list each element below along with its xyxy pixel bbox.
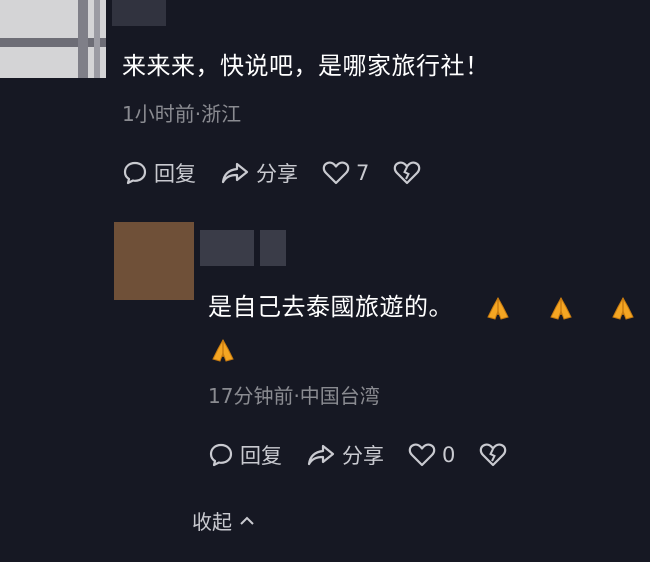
like-button[interactable]: 0: [408, 442, 455, 468]
heart-icon: [322, 161, 350, 185]
username-blurred: [260, 230, 286, 266]
comment-meta: 17分钟前·中国台湾: [208, 384, 380, 408]
comment-actions: 回复 分享 7: [122, 158, 451, 188]
share-button[interactable]: 分享: [220, 158, 298, 188]
reply-label: 回复: [240, 444, 282, 468]
comment-actions: 回复 分享 0: [208, 440, 537, 470]
like-count: 0: [442, 443, 456, 467]
share-label: 分享: [256, 162, 298, 186]
share-button[interactable]: 分享: [306, 440, 384, 470]
share-icon: [221, 162, 249, 184]
folded-hands-icon: [608, 293, 638, 323]
comment-meta: 1小时前·浙江: [122, 102, 242, 126]
share-icon: [307, 444, 335, 466]
like-button[interactable]: 7: [322, 160, 369, 186]
chevron-up-icon: [240, 516, 254, 525]
dislike-button[interactable]: [479, 442, 513, 468]
avatar[interactable]: [0, 0, 106, 78]
avatar[interactable]: [114, 222, 194, 300]
comment-text: 是自己去泰國旅遊的。: [208, 293, 453, 321]
collapse-replies-button[interactable]: 收起: [192, 506, 258, 535]
broken-heart-icon: [480, 443, 507, 467]
username-blurred[interactable]: [200, 230, 254, 266]
reply-icon: [123, 161, 147, 185]
reply-label: 回复: [154, 162, 196, 186]
share-label: 分享: [342, 444, 384, 468]
like-count: 7: [356, 161, 370, 185]
reply-icon: [209, 443, 233, 467]
folded-hands-icon: [208, 335, 238, 365]
username-blurred[interactable]: [112, 0, 166, 26]
folded-hands-icon: [546, 293, 576, 323]
reply-button[interactable]: 回复: [122, 158, 196, 188]
reply-button[interactable]: 回复: [208, 440, 282, 470]
collapse-label: 收起: [192, 510, 232, 534]
broken-heart-icon: [394, 161, 421, 185]
folded-hands-icon: [483, 293, 513, 323]
dislike-button[interactable]: [393, 160, 427, 186]
comment-text: 来来来，快说吧，是哪家旅行社！: [122, 52, 490, 80]
reply-comment-body: 是自己去泰國旅遊的。: [208, 286, 638, 370]
heart-icon: [408, 443, 436, 467]
